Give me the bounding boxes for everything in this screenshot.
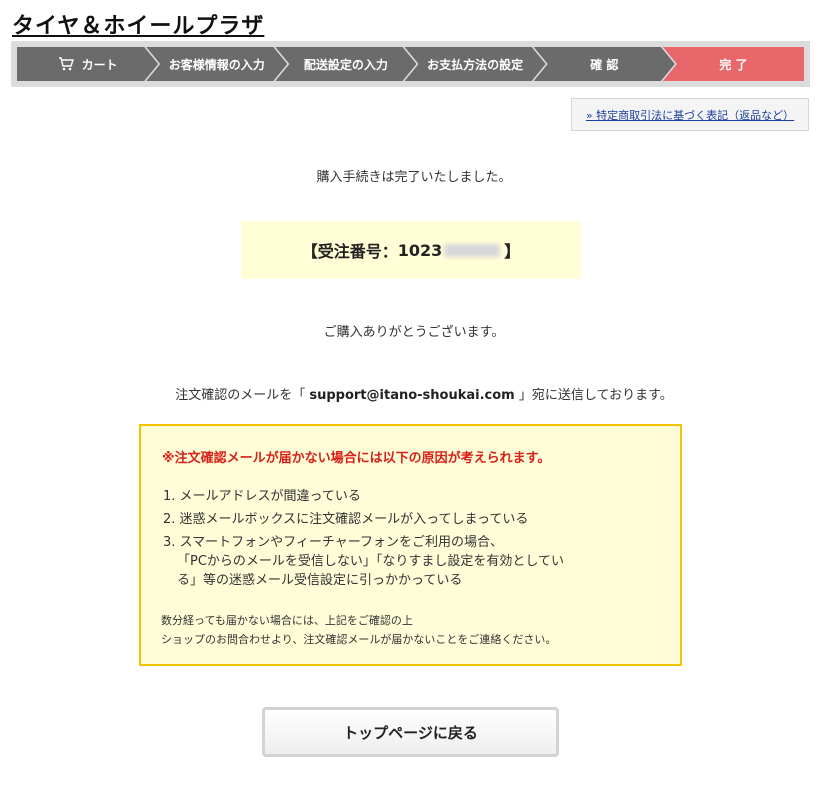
order-suffix: 】 xyxy=(504,242,521,261)
order-number-box: 【受注番号： 1023 】 xyxy=(241,221,581,279)
mail-text-before: 注文確認のメールを「 xyxy=(175,388,310,403)
step-label: お客様情報の入力 xyxy=(168,57,265,72)
cart-icon xyxy=(58,57,74,71)
warning-item-line: 3. スマートフォンやフィーチャーフォンをご利用の場合、 xyxy=(163,535,503,550)
thanks-message: ご購入ありがとうございます。 xyxy=(323,325,505,340)
step-label: 完 了 xyxy=(719,57,748,72)
legal-notice-link[interactable]: » 特定商取引法に基づく表記（返品など） xyxy=(571,98,809,131)
step-shipping: 配送設定の入力 xyxy=(275,47,416,81)
step-payment: お支払方法の設定 xyxy=(405,47,546,81)
order-number: 1023 xyxy=(397,240,443,260)
warning-note-line: ショップのお問合わせより、注文確認メールが届かないことをご連絡ください。 xyxy=(161,633,557,646)
step-label: 配送設定の入力 xyxy=(303,57,388,72)
step-customer-info: お客様情報の入力 xyxy=(146,47,287,81)
mail-address: support@itano-shoukai.com xyxy=(309,388,515,403)
warning-cause-list: 1. メールアドレスが間違っている 2. 迷惑メールボックスに注文確認メールが入… xyxy=(163,485,564,590)
step-label: お支払方法の設定 xyxy=(427,57,524,72)
warning-item-line: 「PCからのメールを受信しない」「なりすまし設定を有効としてい xyxy=(177,554,565,569)
step-label: 確 認 xyxy=(590,57,619,72)
mail-warning-box: ※注文確認メールが届かない場合には以下の原因が考えられます。 1. メールアドレ… xyxy=(139,424,682,666)
mail-sent-message: 注文確認のメールを「 support@itano-shoukai.com 」宛に… xyxy=(0,384,828,403)
back-to-top-button[interactable]: トップページに戻る xyxy=(262,707,559,757)
order-number-redacted xyxy=(444,243,501,257)
mail-text-after: 」宛に送信しております。 xyxy=(514,388,673,403)
completion-message: 購入手続きは完了いたしました。 xyxy=(316,170,512,185)
warning-title: ※注文確認メールが届かない場合には以下の原因が考えられます。 xyxy=(162,451,551,466)
site-title[interactable]: タイヤ＆ホイールプラザ xyxy=(12,8,264,40)
order-prefix: 【受注番号： xyxy=(301,242,398,261)
warning-note: 数分経っても届かない場合には、上記をご確認の上 ショップのお問合わせより、注文確… xyxy=(161,611,556,649)
step-complete: 完 了 xyxy=(662,47,805,81)
warning-item: 1. メールアドレスが間違っている xyxy=(163,489,361,504)
step-label: カート xyxy=(81,57,118,72)
step-confirm: 確 認 xyxy=(534,47,675,81)
warning-item: 2. 迷惑メールボックスに注文確認メールが入ってしまっている xyxy=(163,512,529,527)
step-cart: カート xyxy=(17,47,158,81)
warning-item-line: る」等の迷惑メール受信設定に引っかかっている xyxy=(177,573,463,588)
warning-item: 3. スマートフォンやフィーチャーフォンをご利用の場合、 「PCからのメールを受… xyxy=(163,533,564,590)
checkout-progress-bar: カート お客様情報の入力 配送設定の入力 お支払方法の設定 確 認 完 了 xyxy=(11,41,810,87)
warning-note-line: 数分経っても届かない場合には、上記をご確認の上 xyxy=(161,614,413,627)
